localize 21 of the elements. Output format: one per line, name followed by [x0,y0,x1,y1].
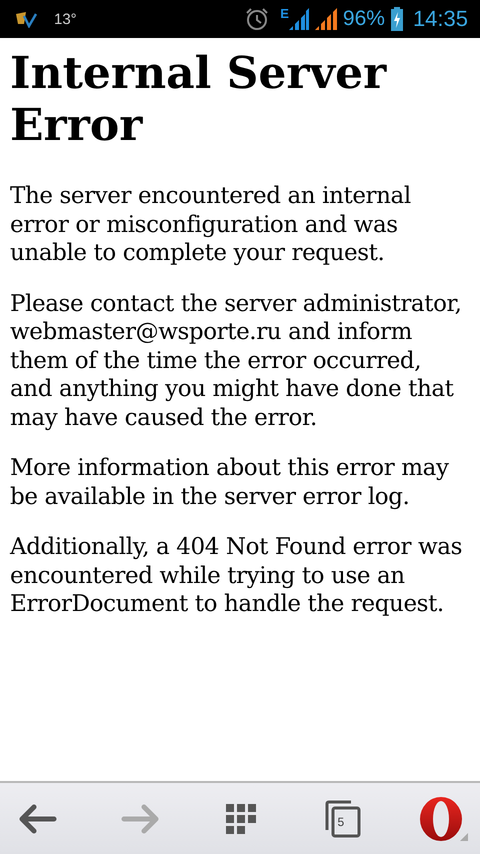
paragraph: More information about this error may be available in the server error log. [10,454,450,511]
signal-icon [314,8,337,30]
paragraph: Additionally, a 404 Not Found error was encountered while trying to use an ErrorDocument to handle the request. [10,533,463,618]
page-heading: Internal Server Error [10,48,388,152]
grid-icon [226,804,256,834]
paragraph: The server encountered an internal error or misconfiguration and was unable to complete your request. [10,182,412,268]
browser-menu-button[interactable] [420,794,468,842]
tabs-icon [324,800,360,838]
app-logo-icon [14,10,38,28]
clock: 14:35 [412,6,468,32]
paragraph: Please contact the server administrator, webmaster@wsporte.ru and inform them of the time the error occurred, and anything you might have done that may have caused the error. [10,290,463,432]
forward-arrow-icon [120,804,160,834]
network-type: E [280,6,289,21]
back-arrow-icon [18,804,58,834]
signal-icon [288,8,309,30]
battery-level: 96% [342,7,385,31]
opera-logo-icon [420,796,468,840]
temperature: 13° [54,10,77,28]
alarm-clock-icon [244,7,270,31]
battery-charging-icon [390,7,403,31]
tabs-button[interactable]: 5 [318,794,366,842]
